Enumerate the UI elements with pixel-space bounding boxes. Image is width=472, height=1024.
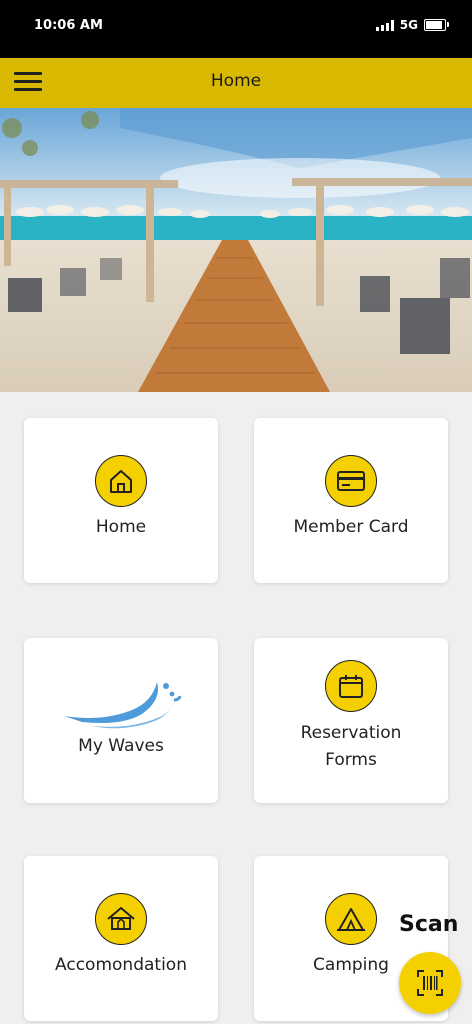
tile-home[interactable]: Home xyxy=(24,418,218,583)
app-bar: Home xyxy=(0,58,472,108)
scan-label: Scan xyxy=(399,912,459,937)
tile-label: Home xyxy=(95,517,147,537)
wave-logo xyxy=(62,670,182,734)
banner-carousel[interactable] xyxy=(0,108,472,392)
tile-accomondation[interactable]: Accomondation xyxy=(24,856,218,1021)
house-icon xyxy=(95,455,147,507)
tile-reservation-forms[interactable]: Reservation Forms xyxy=(254,638,448,803)
beach-image xyxy=(0,108,472,392)
battery-icon xyxy=(424,19,449,31)
calendar-icon xyxy=(325,660,377,712)
tile-member-card[interactable]: Member Card xyxy=(254,418,448,583)
scan-button[interactable] xyxy=(399,952,461,1014)
signal-icon xyxy=(375,19,394,31)
page-title: Home xyxy=(210,71,262,91)
tile-label: My Waves xyxy=(78,736,164,756)
network-label: 5G xyxy=(399,18,418,32)
tile-my-waves[interactable]: My Waves xyxy=(24,638,218,803)
cabin-icon xyxy=(95,893,147,945)
tent-icon xyxy=(325,893,377,945)
card-icon xyxy=(325,455,377,507)
tile-label: Accomondation xyxy=(55,955,187,975)
status-bar: 10:06 AM 5G xyxy=(0,0,472,58)
tile-label: Reservation Forms xyxy=(300,723,402,770)
tile-label: Member Card xyxy=(293,517,409,537)
status-icons: 5G xyxy=(375,18,449,32)
status-time: 10:06 AM xyxy=(34,18,103,33)
barcode-scan-icon xyxy=(417,970,443,996)
